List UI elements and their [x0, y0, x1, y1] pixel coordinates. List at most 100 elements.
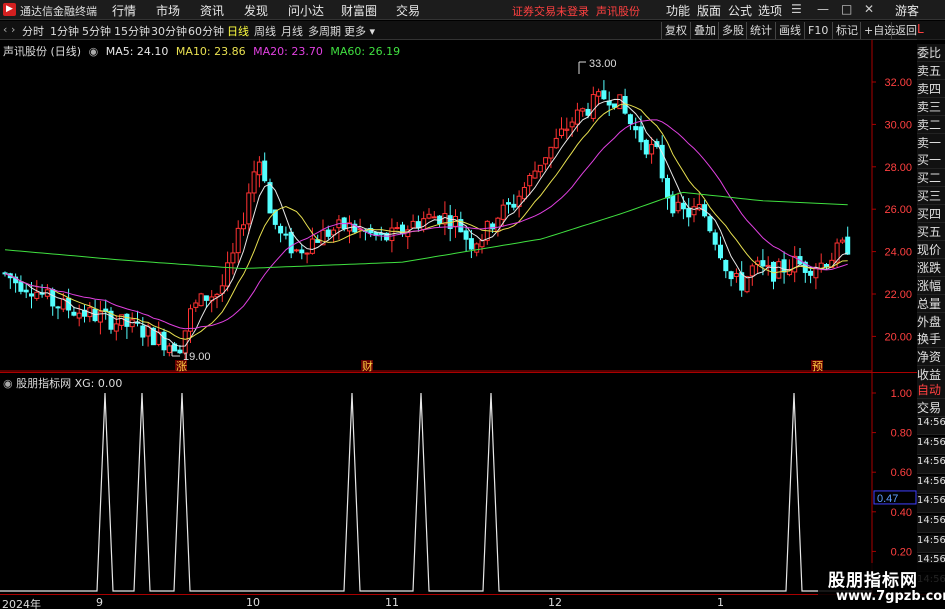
menu-zixun[interactable]: 资讯 — [200, 2, 224, 19]
candle-body — [590, 94, 596, 119]
candle-body — [288, 231, 294, 254]
menu-xuanxiang[interactable]: 选项 — [758, 2, 782, 19]
side-item-0[interactable]: 委比 — [917, 44, 945, 62]
menu-caifuquan[interactable]: 财富圈 — [341, 2, 377, 19]
candle-body — [601, 90, 607, 100]
candle-body — [574, 109, 580, 125]
candle-body — [691, 206, 697, 216]
menu-gongshi[interactable]: 公式 — [728, 2, 752, 19]
side-label-l[interactable]: L — [917, 22, 945, 40]
indicator-svg[interactable]: 1.00 0.80 0.60 0.40 0.20 0.47 — [0, 373, 917, 595]
price-tick-0: 32.00 — [884, 77, 912, 89]
marker-cai: 财 — [362, 359, 373, 372]
side-item-2[interactable]: 卖四 — [917, 79, 945, 98]
hamburger-icon[interactable]: ☰ — [791, 2, 802, 16]
candle-body — [532, 170, 538, 179]
side-item-3[interactable]: 卖三 — [917, 97, 945, 116]
side-item-13[interactable]: 涨幅 — [917, 276, 945, 295]
period-more[interactable]: 更多 ▾ — [344, 23, 375, 39]
user-guest[interactable]: 游客 — [895, 2, 919, 19]
period-15min[interactable]: 15分钟 — [114, 23, 150, 39]
indicator-chart[interactable]: 1.00 0.80 0.60 0.40 0.20 0.47 ◉ 股朋指标网 XG: 0.0… — [0, 372, 945, 595]
watermark: 股朋指标网 www.7gpzb.com — [818, 563, 945, 609]
indicator-tick-3: 0.40 — [891, 507, 912, 519]
tool-fuquan[interactable]: 复权 — [661, 22, 690, 39]
candlestick-chart[interactable]: 32.00 30.00 28.00 26.00 24.00 22.00 20.00 33.0… — [0, 40, 945, 372]
menu-banmian[interactable]: 版面 — [697, 2, 721, 19]
menu-gongneng[interactable]: 功能 — [666, 2, 690, 19]
app-logo-icon: ▶ — [3, 3, 16, 16]
period-day[interactable]: 日线 — [227, 23, 249, 39]
side-item-11[interactable]: 现价 — [917, 240, 945, 259]
minimize-icon[interactable]: — — [817, 2, 829, 16]
scroll-right-icon[interactable]: › — [11, 23, 15, 36]
menu-wenxiaoda[interactable]: 问小达 — [288, 2, 324, 19]
menu-hangqing[interactable]: 行情 — [112, 2, 136, 19]
side-item-17[interactable]: 净资 — [917, 348, 945, 367]
candle-body — [839, 239, 845, 243]
indicator-tick-4: 0.20 — [891, 546, 912, 558]
candle-body — [521, 187, 527, 200]
watermark-url: www.7gpzb.com — [836, 589, 945, 604]
price-tick-6: 20.00 — [884, 331, 912, 343]
period-month[interactable]: 月线 — [281, 23, 303, 39]
candle-body — [309, 238, 315, 254]
side-item-10[interactable]: 买五 — [917, 223, 945, 241]
period-multi[interactable]: 多周期 — [308, 23, 341, 39]
tool-f10[interactable]: F10 — [804, 22, 831, 39]
xg-signal-line — [0, 392, 872, 592]
candlestick-svg[interactable]: 32.00 30.00 28.00 26.00 24.00 22.00 20.00 33.0… — [0, 40, 917, 372]
tool-diejia[interactable]: 叠加 — [690, 22, 719, 39]
side-time-0: 14:56 — [917, 417, 945, 435]
maximize-icon[interactable]: □ — [841, 2, 852, 16]
candle-body — [808, 270, 814, 276]
menu-faxian[interactable]: 发现 — [244, 2, 268, 19]
menu-jiaoyi[interactable]: 交易 — [396, 2, 420, 19]
close-icon[interactable]: ✕ — [864, 2, 874, 16]
candle-body — [680, 202, 686, 210]
side-item-8[interactable]: 买三 — [917, 187, 945, 206]
quote-side-panel: L 委比 卖五 卖四 卖三 卖二 卖一 买一 买二 买三 买四 买五 现价 涨跌 涨幅 总量 外盘 换手 净资 收益自… — [917, 22, 945, 592]
tool-back[interactable]: 返回 — [891, 22, 920, 39]
side-item-14[interactable]: 总量 — [917, 294, 945, 313]
login-status[interactable]: 证券交易未登录 声讯股份 — [512, 3, 640, 19]
candle-body — [564, 128, 570, 131]
title-bar: ▶ 通达信金融终端 行情 市场 资讯 发现 问小达 财富圈 交易 证券交易未登录… — [0, 0, 945, 20]
x-label-jan: 1 — [717, 596, 724, 609]
menu-shichang[interactable]: 市场 — [156, 2, 180, 19]
ma-legend: 声讯股份 (日线) ◉ MA5: 24.10 MA10: 23.86 MA20:… — [3, 43, 404, 59]
period-60min[interactable]: 60分钟 — [188, 23, 224, 39]
tool-tongji[interactable]: 统计 — [746, 22, 775, 39]
candle-body — [394, 227, 400, 230]
side-item-5[interactable]: 卖一 — [917, 133, 945, 152]
tool-huaxian[interactable]: 画线 — [775, 22, 804, 39]
candle-body — [256, 161, 262, 176]
side-item-1[interactable]: 卖五 — [917, 61, 945, 80]
side-item-16[interactable]: 换手 — [917, 330, 945, 349]
period-30min[interactable]: 30分钟 — [151, 23, 187, 39]
side-item-4[interactable]: 卖二 — [917, 115, 945, 134]
side-item-9[interactable]: 买四 — [917, 205, 945, 224]
stock-title: 声讯股份 — [596, 5, 640, 18]
side-item-12[interactable]: 涨跌 — [917, 258, 945, 277]
indicator-label: 股朋指标网 XG: 0.00 — [16, 377, 123, 390]
candle-body — [723, 259, 729, 272]
ma10-label: MA10: 23.86 — [175, 45, 246, 58]
side-item-7[interactable]: 买二 — [917, 169, 945, 188]
side-item-6[interactable]: 买一 — [917, 151, 945, 170]
period-1min[interactable]: 1分钟 — [50, 23, 79, 39]
auto-trade-2[interactable]: 交易 — [917, 399, 945, 417]
indicator-tick-1: 0.80 — [891, 428, 912, 440]
period-week[interactable]: 周线 — [254, 23, 276, 39]
tool-duogu[interactable]: 多股 — [718, 22, 747, 39]
auto-trade-1[interactable]: 自动 — [917, 381, 945, 399]
current-value-label: 0.47 — [877, 493, 898, 505]
candle-body — [463, 230, 469, 240]
period-5min[interactable]: 5分钟 — [82, 23, 111, 39]
period-fenshi[interactable]: 分时 — [22, 23, 44, 39]
scroll-left-icon[interactable]: ‹ — [3, 23, 7, 36]
side-item-15[interactable]: 外盘 — [917, 312, 945, 331]
price-tick-3: 26.00 — [884, 204, 912, 216]
tool-biaoji[interactable]: 标记 — [832, 22, 861, 39]
candle-body — [665, 178, 670, 199]
